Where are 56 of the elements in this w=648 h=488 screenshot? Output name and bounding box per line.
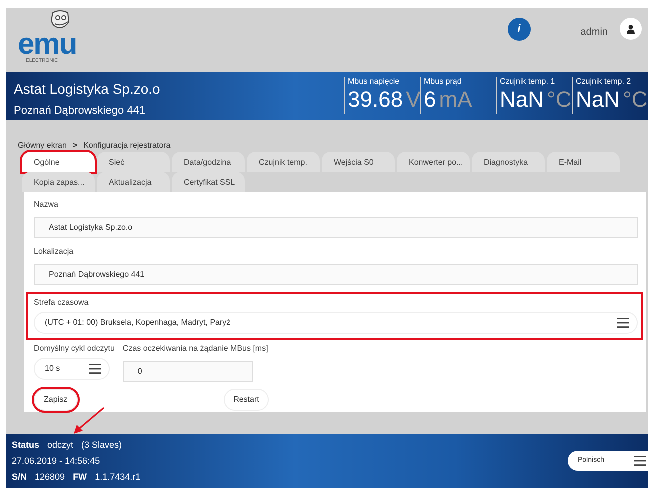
reading-unit: °C xyxy=(623,87,648,112)
text-field[interactable]: Astat Logistyka Sp.zo.o xyxy=(34,217,638,238)
tab[interactable]: E-Mail xyxy=(547,152,620,172)
menu-icon xyxy=(634,456,646,466)
button[interactable]: Restart xyxy=(224,389,270,411)
serial-number: 126809 xyxy=(35,472,66,482)
reading-label: Czujnik temp. 1 xyxy=(500,77,556,87)
status-label: Status xyxy=(12,440,40,450)
reading-value: 39.68 xyxy=(348,87,404,112)
firmware-version: 1.1.7434.r1 xyxy=(95,472,141,482)
text-field[interactable]: Poznań Dąbrowskiego 441 xyxy=(34,264,638,285)
text-field[interactable]: 0 xyxy=(122,361,253,382)
tab[interactable]: Czujnik temp. xyxy=(247,152,320,172)
reading-value: NaN xyxy=(500,87,544,112)
user-button[interactable] xyxy=(620,18,642,40)
reading-unit: V xyxy=(406,87,421,112)
reading-unit: °C xyxy=(547,87,572,112)
device-location: Poznań Dąbrowskiego 441 xyxy=(14,104,146,119)
fw-label: FW xyxy=(73,472,88,482)
user-icon xyxy=(627,24,635,34)
breadcrumb-link[interactable]: Główny ekran xyxy=(18,141,67,150)
reading-value: NaN xyxy=(576,87,620,112)
dropdown-field[interactable]: 10 s xyxy=(34,358,110,380)
reading-label: Mbus napięcie xyxy=(348,77,401,87)
tab[interactable]: Wejścia S0 xyxy=(322,152,395,172)
field-label: Lokalizacja xyxy=(34,247,75,257)
reading-unit: mA xyxy=(439,87,472,112)
info-button[interactable]: i xyxy=(508,18,531,41)
dropdown-field[interactable]: (UTC + 01: 00) Bruksela, Kopenhaga, Madryt, Paryż xyxy=(34,312,638,334)
tab[interactable]: Kopia zapas... xyxy=(22,172,95,192)
sn-label: S/N xyxy=(12,472,28,482)
reading-label: Czujnik temp. 2 xyxy=(576,77,632,87)
reading-value: 6 xyxy=(424,87,436,112)
field-label: Domyślny cykl odczytu xyxy=(34,344,115,354)
tab[interactable]: Diagnostyka xyxy=(472,152,545,172)
field-label: Nazwa xyxy=(34,200,60,210)
tab[interactable]: Sieć xyxy=(97,152,170,172)
status-value: odczyt xyxy=(48,440,74,450)
field-label: Strefa czasowa xyxy=(34,298,90,308)
slaves-count: (3 Slaves) xyxy=(82,440,122,450)
breadcrumb-link[interactable]: Konfiguracja rejestratora xyxy=(84,141,171,150)
device-name: Astat Logistyka Sp.zo.o xyxy=(14,81,162,98)
menu-icon xyxy=(617,318,629,328)
field-label: Czas oczekiwania na żądanie MBus [ms] xyxy=(122,344,268,354)
username: admin xyxy=(580,26,608,40)
datetime: 27.06.2019 - 14:56:45 xyxy=(12,456,100,466)
reading-label: Mbus prąd xyxy=(424,77,463,87)
tab[interactable]: Ogólne xyxy=(22,152,95,172)
menu-icon xyxy=(89,364,101,374)
tab[interactable]: Konwerter po... xyxy=(397,152,470,172)
button[interactable]: Zapisz xyxy=(34,389,78,411)
breadcrumb-separator: > xyxy=(72,141,78,150)
tab[interactable]: Certyfikat SSL xyxy=(172,172,245,192)
tab[interactable]: Data/godzina xyxy=(172,152,245,172)
logo-text: emu xyxy=(18,32,77,58)
tab[interactable]: Aktualizacja xyxy=(97,172,170,192)
